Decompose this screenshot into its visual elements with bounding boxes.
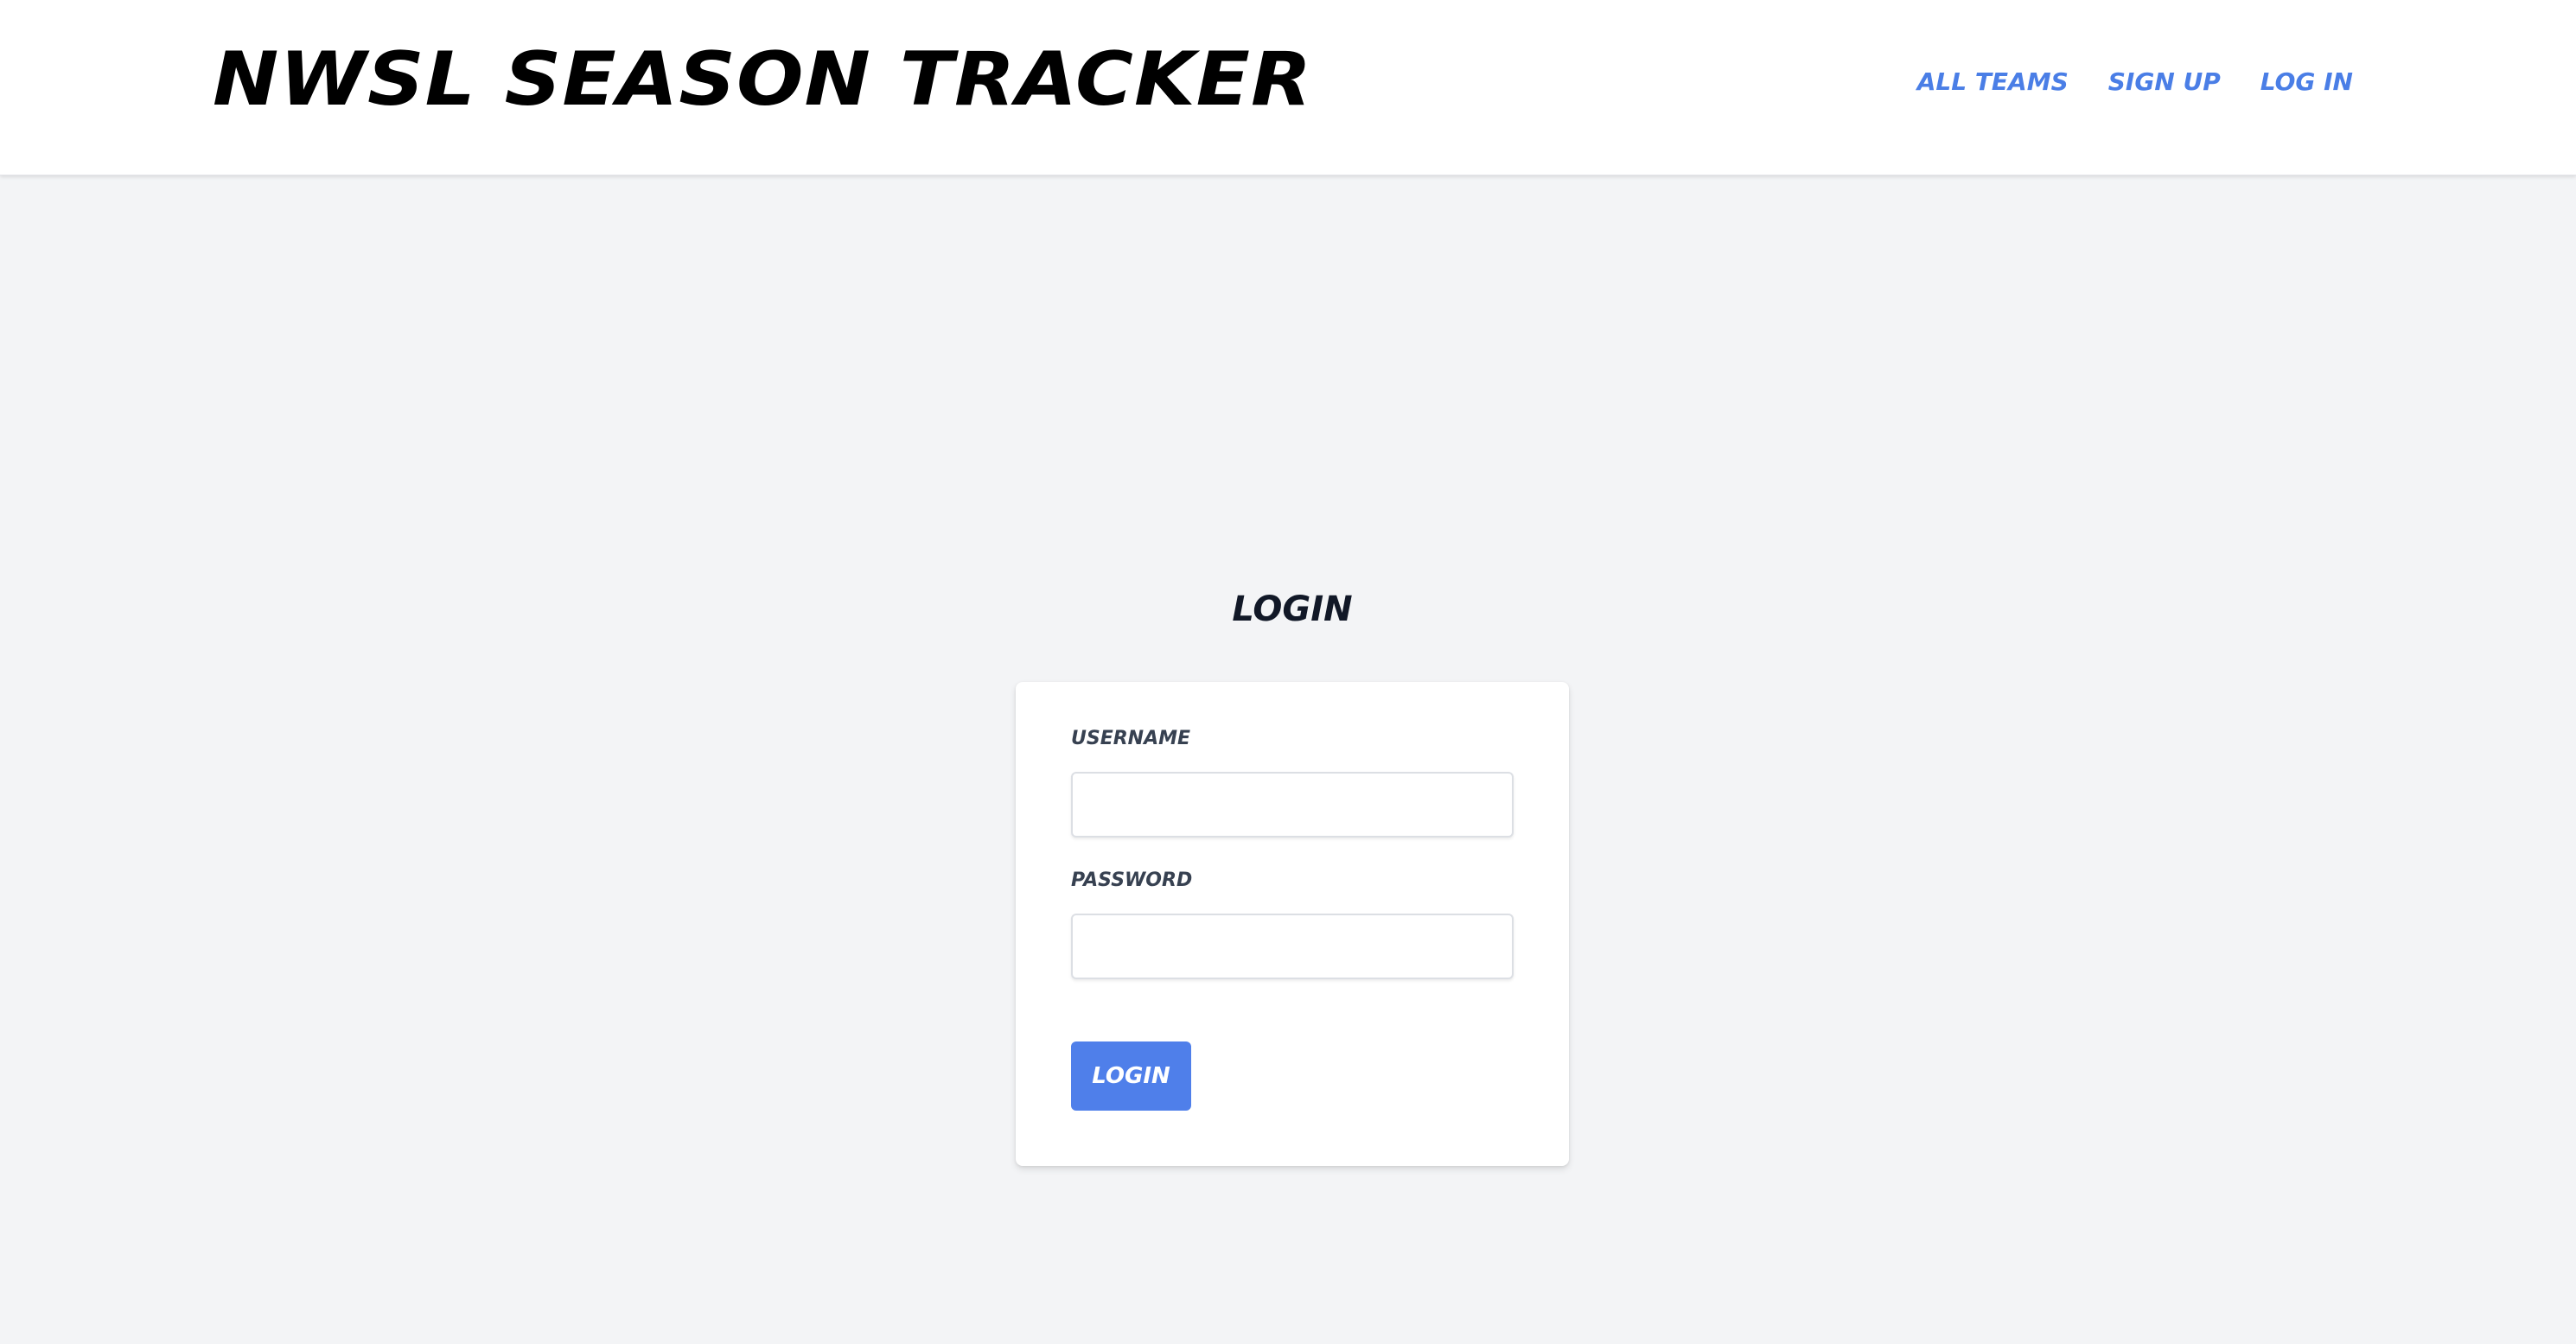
login-button[interactable]: LOGIN bbox=[1071, 1041, 1191, 1111]
login-form: USERNAME PASSWORD LOGIN bbox=[1016, 682, 1569, 1166]
main-nav: ALL TEAMS SIGN UP LOG IN bbox=[1917, 65, 2353, 99]
password-input[interactable] bbox=[1071, 914, 1514, 979]
username-input[interactable] bbox=[1071, 772, 1514, 838]
login-heading: LOGIN bbox=[1232, 589, 1353, 629]
site-header: NWSL SEASON TRACKER ALL TEAMS SIGN UP LO… bbox=[0, 0, 2576, 175]
nav-link-all-teams[interactable]: ALL TEAMS bbox=[1917, 65, 2069, 99]
site-title[interactable]: NWSL SEASON TRACKER bbox=[213, 33, 1312, 126]
nav-link-log-in[interactable]: LOG IN bbox=[2260, 65, 2353, 99]
nav-link-sign-up[interactable]: SIGN UP bbox=[2108, 65, 2221, 99]
password-label: PASSWORD bbox=[1071, 869, 1193, 891]
username-label: USERNAME bbox=[1071, 728, 1191, 749]
